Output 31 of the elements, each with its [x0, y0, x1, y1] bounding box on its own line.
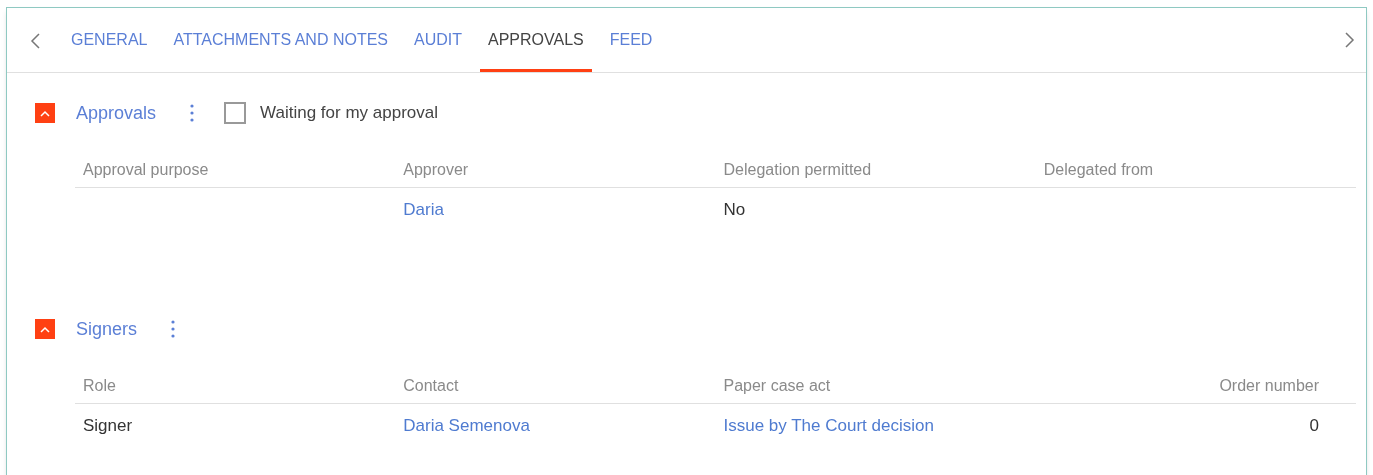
chevron-left-icon[interactable]: [29, 31, 43, 50]
chevron-right-icon[interactable]: [1342, 31, 1356, 49]
table-cell-text: 0: [1309, 415, 1320, 438]
column-header: Role: [82, 376, 116, 396]
tab[interactable]: ATTACHMENTS AND NOTES: [165, 8, 396, 72]
column-header: Contact: [402, 376, 459, 396]
checkbox[interactable]: [224, 102, 247, 124]
column-header: Paper case act: [722, 376, 831, 396]
tab[interactable]: APPROVALS: [480, 8, 592, 72]
tab[interactable]: FEED: [601, 8, 661, 72]
column-header: Delegated from: [1042, 160, 1154, 180]
checkbox-label: Waiting for my approval: [260, 102, 438, 125]
table-link[interactable]: Daria Semenova: [395, 413, 530, 439]
table-cell-text: Signer: [82, 415, 133, 438]
tab[interactable]: GENERAL: [63, 8, 156, 72]
chevron-up-icon: [40, 325, 50, 333]
table-link[interactable]: Daria: [395, 197, 444, 223]
section-title[interactable]: Approvals: [76, 99, 157, 127]
column-header: Delegation permitted: [722, 160, 872, 180]
collapse-toggle[interactable]: [35, 319, 55, 339]
column-header: Approval purpose: [82, 160, 209, 180]
table-link[interactable]: Issue by The Court decision: [715, 413, 934, 439]
tab[interactable]: AUDIT: [406, 8, 470, 72]
section-title[interactable]: Signers: [76, 315, 138, 343]
more-icon[interactable]: [171, 320, 176, 338]
more-icon[interactable]: [190, 104, 195, 122]
collapse-toggle[interactable]: [35, 103, 55, 123]
table-cell-text: No: [722, 199, 746, 222]
column-header: Order number: [1219, 376, 1320, 396]
chevron-up-icon: [40, 109, 50, 117]
column-header: Approver: [402, 160, 469, 180]
